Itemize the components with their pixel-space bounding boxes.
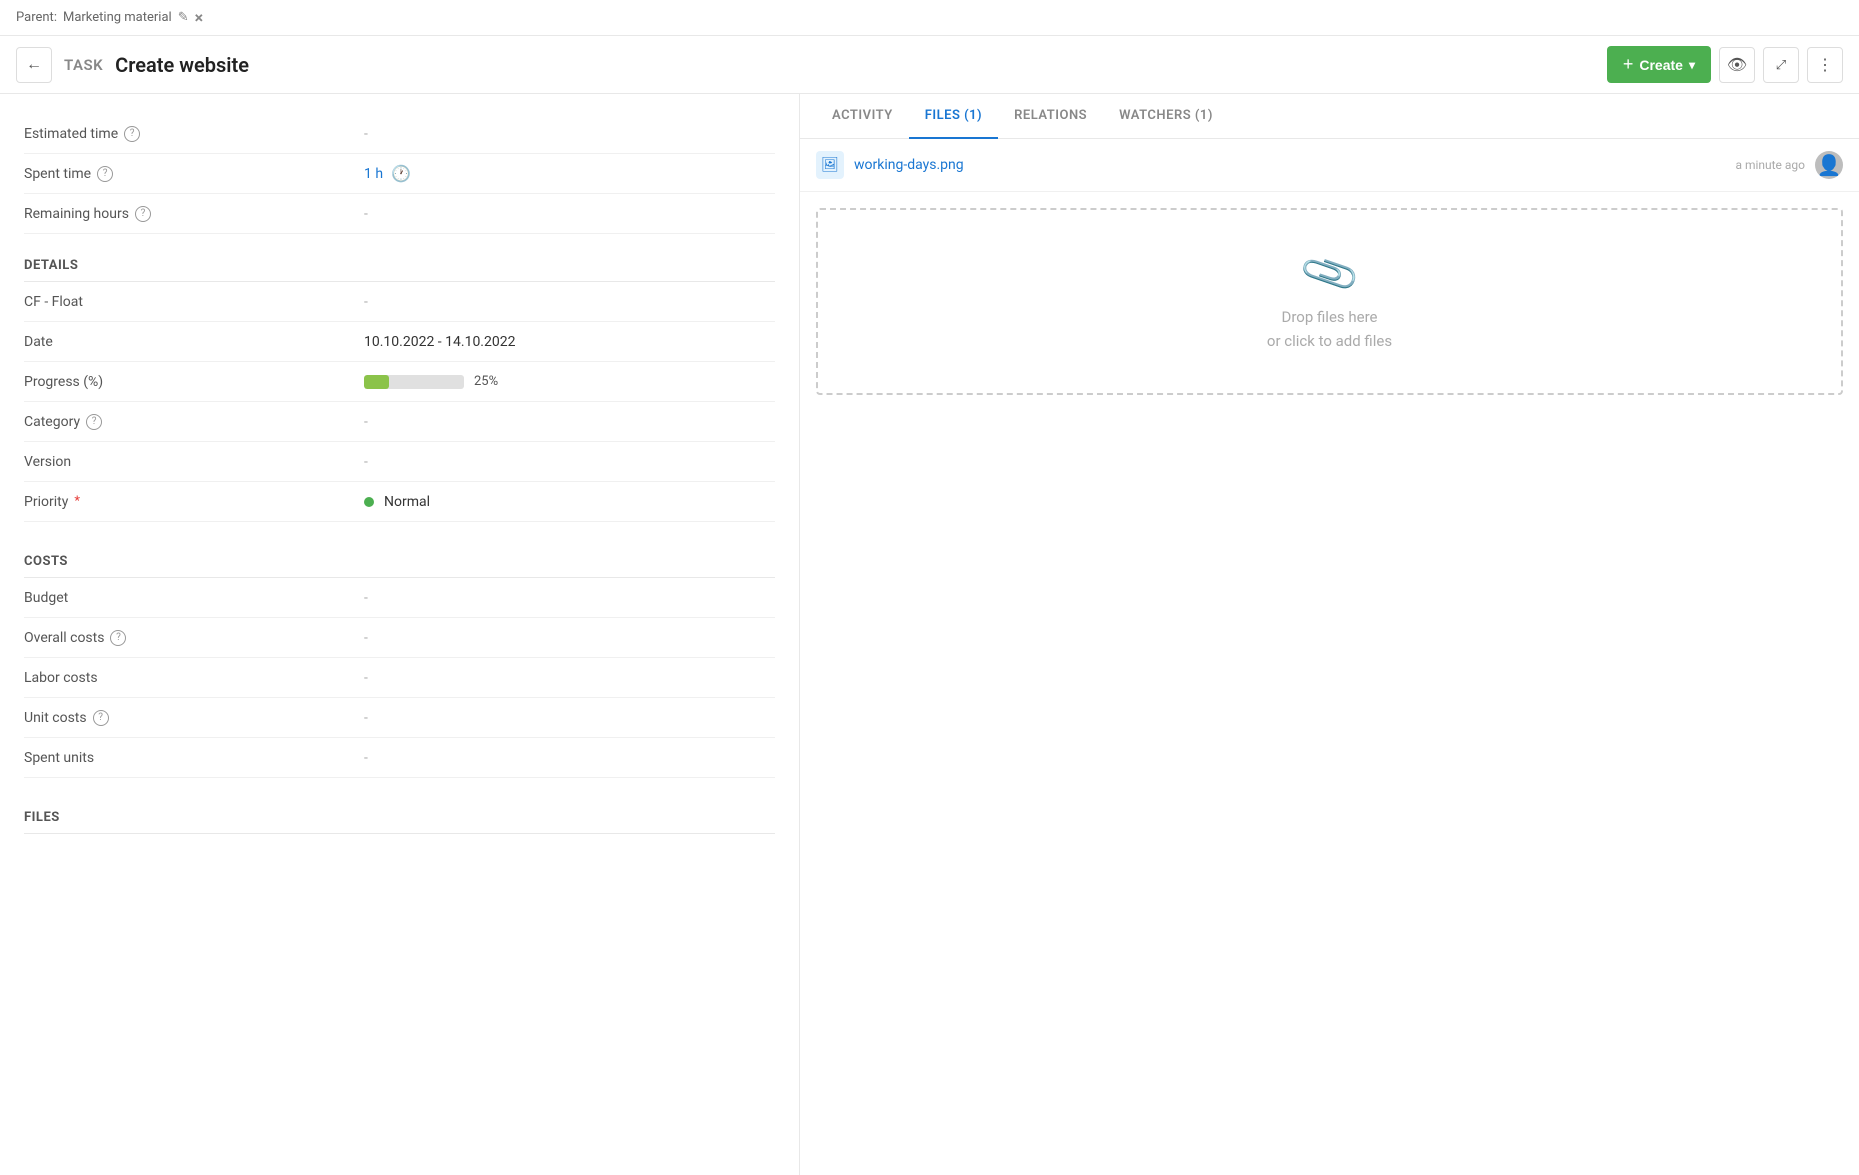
date-value[interactable]: 10.10.2022 - 14.10.2022 [364, 334, 775, 350]
remaining-hours-value[interactable]: - [364, 206, 775, 222]
date-row: Date 10.10.2022 - 14.10.2022 [24, 322, 775, 362]
spent-time-help-icon[interactable]: ? [97, 166, 113, 182]
tab-relations[interactable]: RELATIONS [998, 94, 1103, 139]
back-button[interactable]: ← [16, 47, 52, 83]
more-icon: ⋮ [1817, 55, 1833, 75]
header-right: + Create ▾ 👁 ⤢ ⋮ [1607, 46, 1843, 83]
unit-costs-help-icon[interactable]: ? [93, 710, 109, 726]
tab-watchers[interactable]: WATCHERS (1) [1103, 94, 1229, 139]
progress-row: Progress (%) 25% [24, 362, 775, 402]
category-help-icon[interactable]: ? [86, 414, 102, 430]
estimated-time-label: Estimated time ? [24, 126, 364, 142]
spent-units-label: Spent units [24, 750, 364, 766]
budget-value[interactable]: - [364, 590, 775, 606]
task-title: Create website [115, 53, 249, 77]
spent-time-row: Spent time ? 1 h 🕐 [24, 154, 775, 194]
estimated-time-row: Estimated time ? - [24, 114, 775, 154]
progress-container: 25% [364, 374, 775, 389]
version-label: Version [24, 454, 364, 470]
spent-time-value: 1 h 🕐 [364, 164, 775, 183]
costs-section-header: COSTS [24, 538, 775, 578]
file-item: 🖼 working-days.png a minute ago 👤 [800, 139, 1859, 192]
avatar-image: 👤 [1817, 153, 1842, 177]
progress-bar-fill [364, 375, 389, 389]
clock-icon[interactable]: 🕐 [391, 164, 411, 183]
more-menu-button[interactable]: ⋮ [1807, 47, 1843, 83]
overall-costs-value[interactable]: - [364, 630, 775, 646]
drop-zone[interactable]: 📎 Drop files here or click to add files [816, 208, 1843, 395]
priority-value: Normal [364, 494, 775, 510]
budget-label: Budget [24, 590, 364, 606]
right-panel: ACTIVITY FILES (1) RELATIONS WATCHERS (1… [800, 94, 1859, 1175]
date-label: Date [24, 334, 364, 350]
back-icon: ← [26, 56, 42, 74]
view-button[interactable]: 👁 [1719, 47, 1755, 83]
create-plus-icon: + [1623, 54, 1634, 75]
left-panel: Estimated time ? - Spent time ? 1 h 🕐 Re… [0, 94, 800, 1175]
files-bottom-section-header: FILES [24, 794, 775, 834]
breadcrumb-parent-label: Parent: [16, 10, 57, 25]
unit-costs-row: Unit costs ? - [24, 698, 775, 738]
overall-costs-row: Overall costs ? - [24, 618, 775, 658]
labor-costs-value[interactable]: - [364, 670, 775, 686]
breadcrumb-close-icon[interactable]: × [195, 8, 204, 27]
create-chevron-icon: ▾ [1689, 58, 1695, 72]
cf-float-row: CF - Float - [24, 282, 775, 322]
priority-dot-icon [364, 497, 374, 507]
cf-float-value[interactable]: - [364, 294, 775, 310]
labor-costs-row: Labor costs - [24, 658, 775, 698]
breadcrumb-edit-icon[interactable]: ✎ [178, 10, 189, 25]
cf-float-label: CF - Float [24, 294, 364, 310]
expand-icon: ⤢ [1776, 57, 1786, 73]
task-label: TASK [64, 56, 103, 74]
details-section-header: DETAILS [24, 242, 775, 282]
file-item-left: 🖼 working-days.png [816, 151, 964, 179]
expand-button[interactable]: ⤢ [1763, 47, 1799, 83]
overall-costs-help-icon[interactable]: ? [110, 630, 126, 646]
estimated-time-value[interactable]: - [364, 126, 775, 142]
unit-costs-label: Unit costs ? [24, 710, 364, 726]
labor-costs-label: Labor costs [24, 670, 364, 686]
spent-units-value[interactable]: - [364, 750, 775, 766]
progress-label: Progress (%) [24, 374, 364, 390]
file-timestamp: a minute ago [1735, 158, 1805, 172]
progress-text: 25% [474, 374, 498, 389]
spent-units-row: Spent units - [24, 738, 775, 778]
avatar: 👤 [1815, 151, 1843, 179]
progress-bar-background[interactable] [364, 375, 464, 389]
paperclip-icon: 📎 [1296, 241, 1363, 307]
file-meta-right: a minute ago 👤 [1735, 151, 1843, 179]
version-value[interactable]: - [364, 454, 775, 470]
spent-time-label: Spent time ? [24, 166, 364, 182]
create-button[interactable]: + Create ▾ [1607, 46, 1711, 83]
budget-row: Budget - [24, 578, 775, 618]
priority-label: Priority * [24, 494, 364, 510]
tab-activity[interactable]: ACTIVITY [816, 94, 909, 139]
tab-files[interactable]: FILES (1) [909, 94, 998, 139]
remaining-hours-help-icon[interactable]: ? [135, 206, 151, 222]
file-thumbnail-icon: 🖼 [816, 151, 844, 179]
breadcrumb-bar: Parent: Marketing material ✎ × [0, 0, 1859, 36]
version-row: Version - [24, 442, 775, 482]
unit-costs-value[interactable]: - [364, 710, 775, 726]
drop-zone-text: Drop files here or click to add files [1267, 305, 1392, 353]
file-name[interactable]: working-days.png [854, 157, 964, 173]
category-value[interactable]: - [364, 414, 775, 430]
estimated-time-help-icon[interactable]: ? [124, 126, 140, 142]
overall-costs-label: Overall costs ? [24, 630, 364, 646]
priority-row: Priority * Normal [24, 482, 775, 522]
progress-value: 25% [364, 374, 775, 389]
category-label: Category ? [24, 414, 364, 430]
header-row: ← TASK Create website + Create ▾ 👁 ⤢ ⋮ [0, 36, 1859, 94]
tabs-row: ACTIVITY FILES (1) RELATIONS WATCHERS (1… [800, 94, 1859, 139]
header-left: ← TASK Create website [16, 47, 249, 83]
category-row: Category ? - [24, 402, 775, 442]
remaining-hours-row: Remaining hours ? - [24, 194, 775, 234]
breadcrumb-parent-link[interactable]: Marketing material [63, 10, 172, 25]
main-layout: Estimated time ? - Spent time ? 1 h 🕐 Re… [0, 94, 1859, 1175]
remaining-hours-label: Remaining hours ? [24, 206, 364, 222]
priority-required-star: * [74, 494, 80, 509]
create-label: Create [1639, 57, 1683, 73]
eye-icon: 👁 [1727, 55, 1747, 75]
